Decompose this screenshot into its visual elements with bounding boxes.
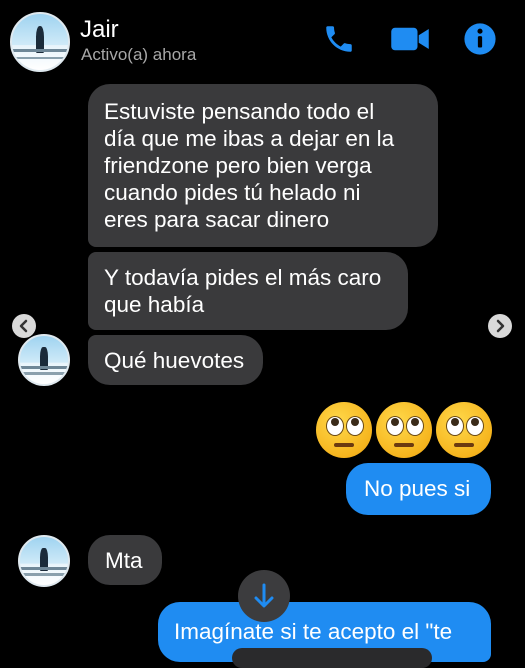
message-line: cuando pides tú helado ni [104, 180, 361, 205]
message-line: friendzone pero bien verga [104, 153, 372, 178]
emoji-pupil [471, 418, 479, 426]
next-image-button[interactable] [488, 314, 512, 338]
emoji-pupil [351, 418, 359, 426]
message-text: Mta [105, 548, 143, 573]
emoji-mouth [394, 443, 414, 447]
emoji-mouth [454, 443, 474, 447]
avatar-rail-lower [20, 372, 68, 375]
emoji-eye [386, 416, 404, 436]
sender-avatar[interactable] [18, 334, 70, 386]
arrow-down-icon [254, 583, 274, 608]
avatar-rail-lower [12, 56, 68, 60]
message-line: que había [104, 292, 205, 317]
chat-header: Jair Activo(a) ahora [0, 0, 525, 80]
rolling-eyes-emoji-icon [436, 402, 492, 458]
emoji-pupil [331, 418, 339, 426]
chevron-right-icon [496, 319, 505, 333]
message-line: eres para sacar dinero [104, 207, 330, 232]
emoji-eye [326, 416, 344, 436]
info-icon[interactable] [463, 22, 497, 56]
outgoing-message-bubble[interactable]: No pues si [346, 463, 491, 515]
bottom-bar-edge [232, 648, 432, 668]
message-text: Qué huevotes [104, 348, 245, 373]
incoming-message-bubble[interactable]: Estuviste pensando todo el día que me ib… [88, 84, 438, 247]
contact-name[interactable]: Jair [80, 16, 119, 44]
sender-avatar[interactable] [18, 535, 70, 587]
avatar-rail-lower [20, 573, 68, 576]
message-text: Imagínate si te acepto el "te [174, 619, 453, 644]
emoji-pupil [451, 418, 459, 426]
contact-avatar[interactable] [10, 12, 70, 72]
emoji-pupil [391, 418, 399, 426]
scroll-to-bottom-button[interactable] [238, 570, 290, 622]
contact-status: Activo(a) ahora [81, 45, 197, 64]
rolling-eyes-emoji-icon [316, 402, 372, 458]
chevron-left-icon [19, 319, 28, 333]
incoming-message-bubble[interactable]: Qué huevotes [88, 335, 263, 385]
emoji-eye [406, 416, 424, 436]
avatar-rail [20, 566, 68, 570]
incoming-message-bubble[interactable]: Y todavía pides el más caro que había [88, 252, 408, 330]
avatar-rail [12, 48, 68, 53]
emoji-pupil [411, 418, 419, 426]
message-line: día que me ibas a dejar en la [104, 126, 395, 151]
phone-icon[interactable] [322, 22, 356, 56]
emoji-eye [446, 416, 464, 436]
emoji-eye [346, 416, 364, 436]
message-line: Estuviste pensando todo el [104, 99, 375, 124]
avatar-rail [20, 365, 68, 369]
emoji-eye [466, 416, 484, 436]
previous-image-button[interactable] [12, 314, 36, 338]
incoming-message-bubble[interactable]: Mta [88, 535, 162, 585]
message-text: No pues si [364, 476, 471, 501]
emoji-mouth [334, 443, 354, 447]
video-camera-icon[interactable] [390, 24, 430, 54]
rolling-eyes-emoji-icon [376, 402, 432, 458]
message-line: Y todavía pides el más caro [104, 265, 382, 290]
